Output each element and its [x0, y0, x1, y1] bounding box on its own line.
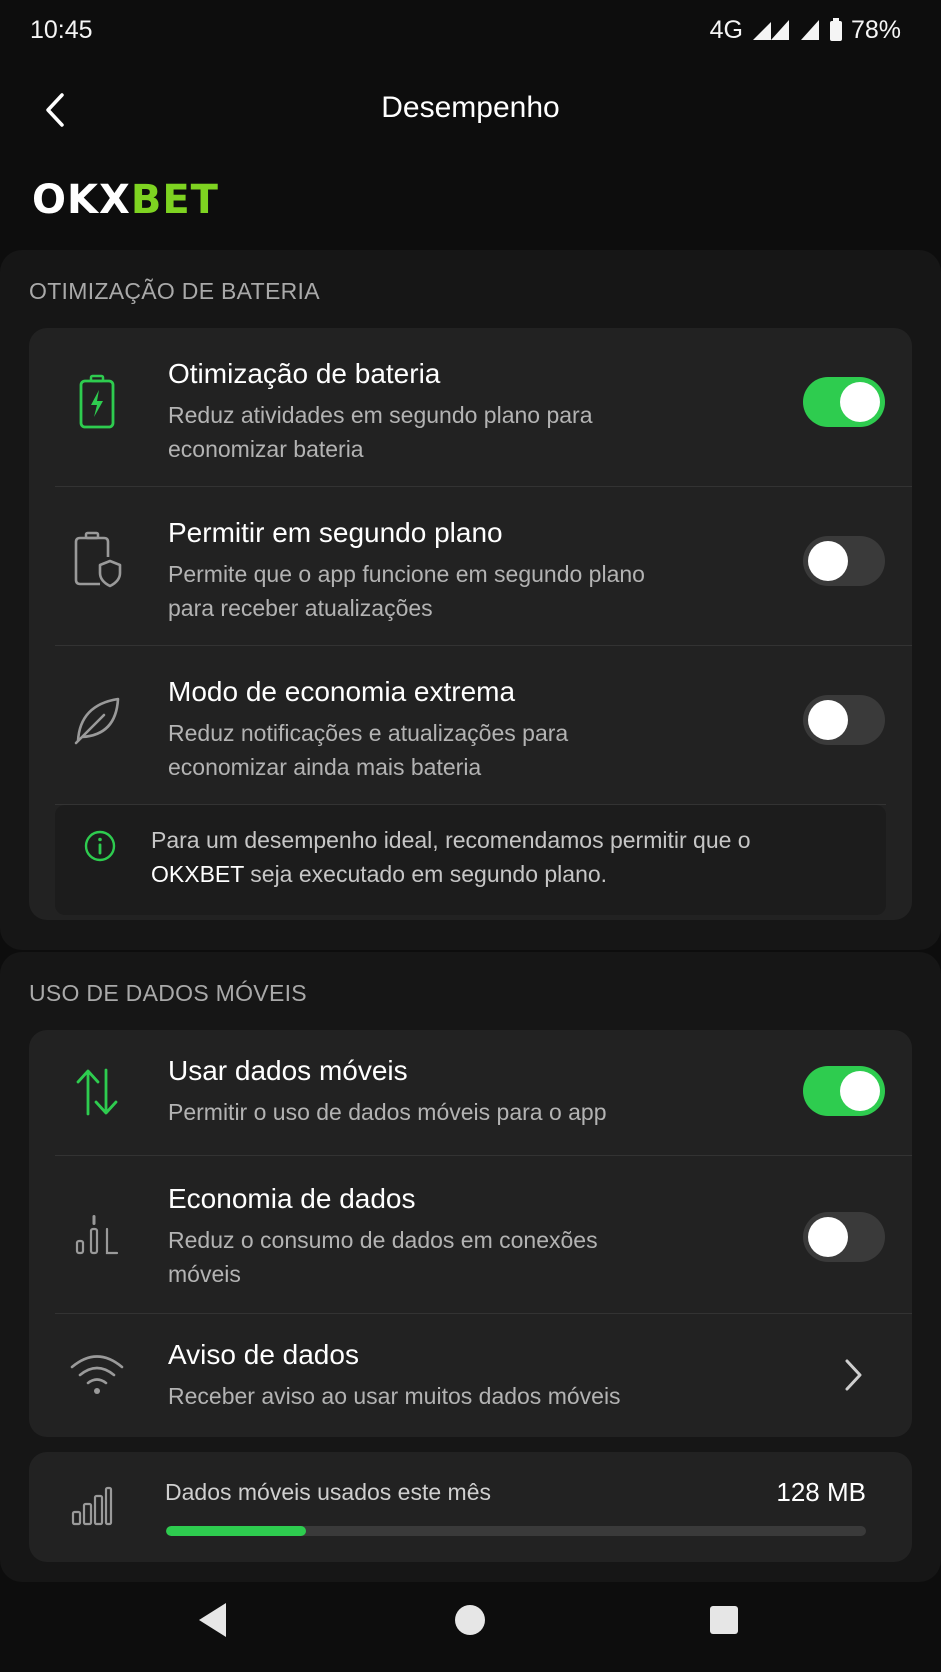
battery-section: OTIMIZAÇÃO DE BATERIA Otimização de bate…: [0, 250, 941, 950]
usage-label: Dados móveis usados este mês: [165, 1479, 491, 1505]
data-card: Usar dados móveis Permitir o uso de dado…: [29, 1030, 912, 1437]
brand-logo-part2: BET: [130, 177, 219, 223]
nav-home-icon: [455, 1605, 485, 1635]
setting-row-data-saver[interactable]: Economia de dados Reduz o consumo de dad…: [29, 1156, 912, 1313]
info-text-before: Para um desempenho ideal, recomendamos p…: [151, 827, 751, 853]
data-saver-toggle[interactable]: [803, 1212, 885, 1262]
info-text: Para um desempenho ideal, recomendamos p…: [151, 823, 811, 891]
setting-row-background[interactable]: Permitir em segundo plano Permite que o …: [29, 487, 912, 645]
setting-subtitle: Reduz notificações e atualizações para e…: [168, 720, 569, 780]
setting-title: Otimização de bateria: [168, 358, 441, 389]
background-toggle[interactable]: [803, 536, 885, 586]
nav-back-button[interactable]: [183, 1590, 243, 1650]
setting-subtitle: Reduz atividades em segundo plano para e…: [168, 402, 593, 462]
leaf-icon: [69, 692, 125, 748]
app-header: Desempenho: [0, 60, 941, 155]
data-transfer-icon: [69, 1064, 125, 1120]
info-icon: [84, 830, 116, 862]
data-saver-icon: [69, 1204, 125, 1260]
network-type: 4G: [709, 15, 743, 44]
signal-icon-2: [800, 20, 819, 40]
toggle-knob: [840, 382, 880, 422]
battery-optimization-toggle[interactable]: [803, 377, 885, 427]
battery-charging-icon: [69, 374, 125, 430]
usage-value: 128 MB: [776, 1477, 866, 1507]
setting-title: Modo de economia extrema: [168, 676, 516, 707]
setting-subtitle: Reduz o consumo de dados em conexões móv…: [168, 1227, 598, 1287]
mobile-data-toggle[interactable]: [803, 1066, 885, 1116]
wifi-icon: [69, 1346, 125, 1402]
battery-icon: [829, 18, 842, 41]
setting-subtitle: Permitir o uso de dados móveis para o ap…: [168, 1099, 607, 1125]
back-button[interactable]: [28, 82, 84, 138]
status-icons: 4G 78%: [710, 16, 901, 45]
nav-recents-icon: [710, 1606, 738, 1634]
page-title: Desempenho: [381, 90, 560, 124]
toggle-knob: [808, 541, 848, 581]
chevron-right-icon[interactable]: [841, 1357, 865, 1393]
battery-shield-icon: [69, 531, 125, 589]
battery-percent: 78%: [850, 15, 901, 44]
info-box: Para um desempenho ideal, recomendamos p…: [55, 805, 886, 915]
battery-card: Otimização de bateria Reduz atividades e…: [29, 328, 912, 920]
signal-bars-icon: [71, 1486, 113, 1526]
setting-row-data-warning[interactable]: Aviso de dados Receber aviso ao usar mui…: [29, 1314, 912, 1437]
toggle-knob: [808, 700, 848, 740]
setting-row-extreme-saving[interactable]: Modo de economia extrema Reduz notificaç…: [29, 646, 912, 804]
usage-progress-bar: [166, 1526, 866, 1536]
setting-subtitle: Permite que o app funcione em segundo pl…: [168, 561, 645, 621]
data-section-title: USO DE DADOS MÓVEIS: [29, 980, 307, 1006]
info-text-after: seja executado em segundo plano.: [243, 861, 608, 887]
battery-section-title: OTIMIZAÇÃO DE BATERIA: [29, 278, 320, 304]
setting-row-mobile-data[interactable]: Usar dados móveis Permitir o uso de dado…: [29, 1030, 912, 1155]
setting-title: Permitir em segundo plano: [168, 517, 503, 548]
brand-logo-part1: OKX: [32, 177, 131, 223]
chevron-left-icon: [46, 93, 64, 127]
nav-home-button[interactable]: [440, 1590, 500, 1650]
status-time: 10:45: [30, 15, 93, 44]
setting-title: Aviso de dados: [168, 1339, 359, 1370]
toggle-knob: [808, 1217, 848, 1257]
setting-title: Economia de dados: [168, 1183, 416, 1214]
usage-progress-fill: [166, 1526, 306, 1536]
brand-logo: OKXBET: [32, 180, 219, 220]
info-brand: OKXBET: [151, 861, 244, 887]
setting-row-battery-optimization[interactable]: Otimização de bateria Reduz atividades e…: [29, 328, 912, 486]
nav-back-icon: [199, 1603, 226, 1637]
nav-recents-button[interactable]: [694, 1590, 754, 1650]
setting-subtitle: Receber aviso ao usar muitos dados móvei…: [168, 1383, 621, 1409]
setting-title: Usar dados móveis: [168, 1055, 408, 1086]
system-nav-bar: [0, 1570, 941, 1672]
signal-icon: [752, 20, 789, 40]
status-bar: 10:45 4G 78%: [0, 0, 941, 60]
toggle-knob: [840, 1071, 880, 1111]
data-usage-card: Dados móveis usados este mês 128 MB: [29, 1452, 912, 1562]
extreme-saving-toggle[interactable]: [803, 695, 885, 745]
